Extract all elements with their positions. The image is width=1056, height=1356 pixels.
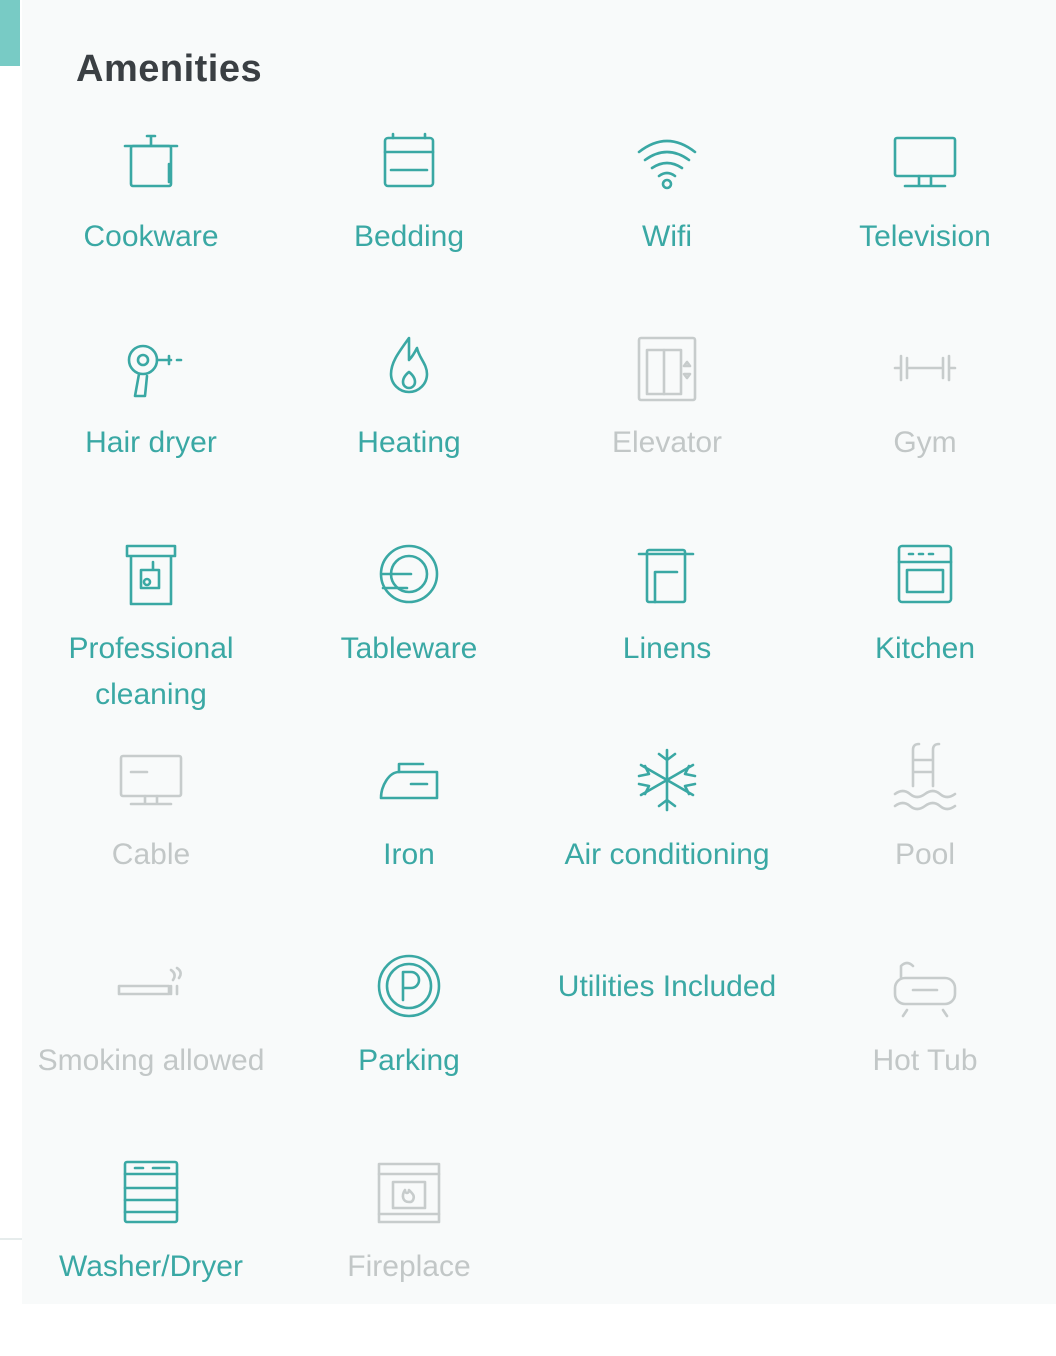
amenity-label: Wifi: [642, 220, 692, 253]
amenity-label: Pool: [894, 838, 956, 871]
amenity-item[interactable]: Utilities Included: [538, 944, 796, 1150]
washer-dryer-icon: [109, 1150, 193, 1234]
amenity-label: Cookware: [83, 220, 219, 253]
amenity-item[interactable]: Professional cleaning: [22, 532, 280, 738]
amenity-label: Smoking allowed: [37, 1044, 265, 1077]
amenity-label: Television: [859, 220, 991, 253]
gym-icon: [883, 326, 967, 410]
wifi-icon: [625, 120, 709, 204]
amenity-item[interactable]: Wifi: [538, 120, 796, 326]
accent-block: [0, 0, 20, 66]
heating-icon: [367, 326, 451, 410]
amenity-item[interactable]: Elevator: [538, 326, 796, 532]
amenity-item[interactable]: Pool: [796, 738, 1054, 944]
divider: [0, 1238, 22, 1240]
amenity-label: Professional cleaning: [68, 632, 234, 711]
air-conditioning-icon: [625, 738, 709, 822]
cable-icon: [109, 738, 193, 822]
amenity-label: Kitchen: [874, 632, 976, 665]
kitchen-icon: [883, 532, 967, 616]
amenity-item[interactable]: Heating: [280, 326, 538, 532]
elevator-icon: [625, 326, 709, 410]
amenity-item[interactable]: Smoking allowed: [22, 944, 280, 1150]
iron-icon: [367, 738, 451, 822]
television-icon: [883, 120, 967, 204]
amenity-item[interactable]: Bedding: [280, 120, 538, 326]
amenity-label: Linens: [622, 632, 712, 665]
pool-icon: [883, 738, 967, 822]
amenity-label: Tableware: [340, 632, 478, 665]
amenity-label: Air conditioning: [564, 838, 770, 871]
bedding-icon: [367, 120, 451, 204]
amenity-label: Washer/Dryer: [59, 1250, 243, 1283]
linens-icon: [625, 532, 709, 616]
amenity-label: Hot Tub: [872, 1044, 978, 1077]
amenity-item[interactable]: Parking: [280, 944, 538, 1150]
amenity-item[interactable]: Cable: [22, 738, 280, 944]
amenity-item[interactable]: Hot Tub: [796, 944, 1054, 1150]
amenity-item[interactable]: Tableware: [280, 532, 538, 738]
amenity-item[interactable]: Kitchen: [796, 532, 1054, 738]
section-title: Amenities: [76, 48, 263, 90]
amenity-item[interactable]: Air conditioning: [538, 738, 796, 944]
amenity-item[interactable]: Washer/Dryer: [22, 1150, 280, 1356]
amenity-item[interactable]: Television: [796, 120, 1054, 326]
professional-cleaning-icon: [109, 532, 193, 616]
amenity-label: Fireplace: [347, 1250, 471, 1283]
amenity-label: Utilities Included: [557, 970, 777, 1003]
amenity-item[interactable]: Cookware: [22, 120, 280, 326]
amenity-item[interactable]: Linens: [538, 532, 796, 738]
smoking-icon: [109, 944, 193, 1028]
amenities-grid: Cookware Bedding Wifi Television Hair dryer H…: [22, 120, 1056, 1356]
parking-icon: [367, 944, 451, 1028]
amenity-label: Bedding: [353, 220, 465, 253]
amenity-label: Elevator: [611, 426, 723, 459]
amenity-label: Hair dryer: [85, 426, 217, 459]
fireplace-icon: [367, 1150, 451, 1234]
amenity-label: Gym: [893, 426, 957, 459]
cookware-icon: [109, 120, 193, 204]
amenity-label: Iron: [383, 838, 435, 871]
amenity-item[interactable]: Iron: [280, 738, 538, 944]
amenity-item[interactable]: Fireplace: [280, 1150, 538, 1356]
tableware-icon: [367, 532, 451, 616]
amenity-label: Cable: [111, 838, 191, 871]
amenity-label: Heating: [357, 426, 461, 459]
amenity-item[interactable]: Hair dryer: [22, 326, 280, 532]
hair-dryer-icon: [109, 326, 193, 410]
amenity-item[interactable]: Gym: [796, 326, 1054, 532]
amenity-label: Parking: [358, 1044, 460, 1077]
hot-tub-icon: [883, 944, 967, 1028]
